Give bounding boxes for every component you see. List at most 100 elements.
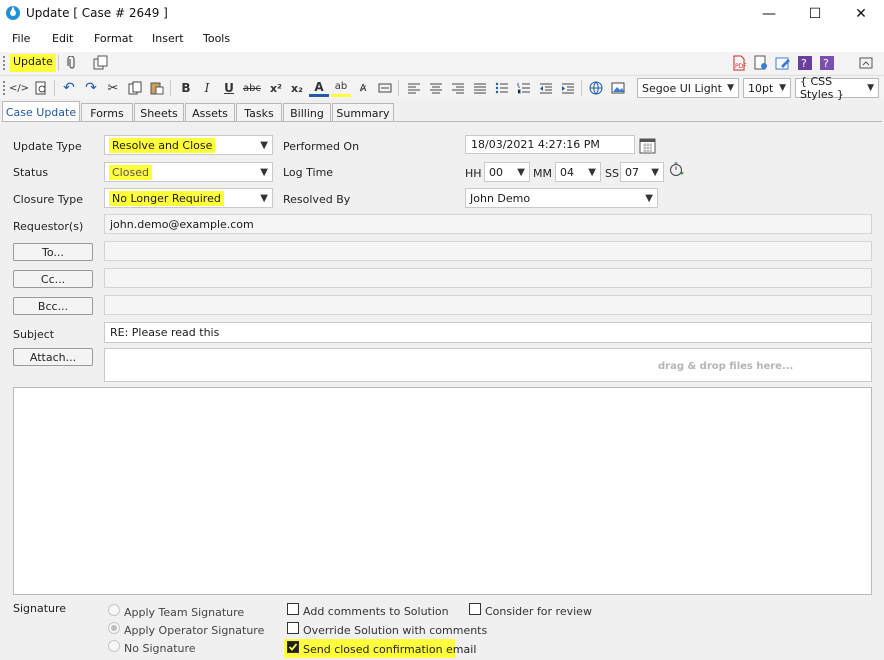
closure-type-value: No Longer Required [109,190,224,206]
cut-icon[interactable]: ✂ [103,79,123,97]
font-family-value: Segoe UI Light [642,81,722,95]
cc-button[interactable]: Cc... [13,270,93,288]
outdent-icon[interactable] [536,79,556,97]
horizontal-rule-icon[interactable] [375,79,395,97]
tab-assets[interactable]: Assets [185,103,235,122]
menu-edit[interactable]: Edit [52,32,73,45]
status-select[interactable]: Closed ▼ [104,162,273,182]
align-left-icon[interactable] [404,79,424,97]
attach-button[interactable]: Attach... [13,348,93,366]
strikethrough-icon[interactable]: abc [242,79,262,97]
menu-file[interactable]: File [12,32,30,45]
cc-field[interactable] [104,268,872,288]
source-code-icon[interactable]: </> [9,79,29,97]
tab-sheets[interactable]: Sheets [134,103,184,122]
radio-team-signature[interactable] [108,604,120,616]
bcc-button[interactable]: Bcc... [13,297,93,315]
radio-no-signature[interactable] [108,640,120,652]
subscript-icon[interactable]: x₂ [287,79,307,97]
performed-on-label: Performed On [283,140,360,153]
bullet-list-icon[interactable] [492,79,512,97]
pdf-icon[interactable]: PDF [731,55,747,71]
css-styles-select[interactable]: { CSS Styles } ▼ [795,75,879,101]
message-body-editor[interactable] [13,387,872,595]
align-center-icon[interactable] [426,79,446,97]
tab-tasks[interactable]: Tasks [236,103,282,122]
consider-review-checkbox[interactable] [469,603,481,615]
tab-forms[interactable]: Forms [81,103,133,122]
help-search-icon[interactable]: ? [797,55,813,71]
calendar-icon[interactable] [639,137,656,154]
radio-operator-signature[interactable] [108,622,120,634]
copy-link-icon[interactable] [93,55,109,71]
justify-icon[interactable] [470,79,490,97]
performed-on-input[interactable]: 18/03/2021 4:27:16 PM [465,135,635,154]
superscript-icon[interactable]: x² [266,79,286,97]
italic-icon[interactable]: I [197,79,217,97]
resolved-by-select[interactable]: John Demo ▼ [465,188,658,208]
close-button[interactable]: ✕ [838,0,884,28]
highlight-color-icon[interactable]: ab [331,79,351,97]
edit-document-icon[interactable] [775,55,791,71]
add-comments-checkbox[interactable] [287,603,299,615]
help-icon[interactable]: ? [819,55,835,71]
numbered-list-icon[interactable] [514,79,534,97]
attachments-drop-zone[interactable]: drag & drop files here... [104,348,872,382]
closure-type-label: Closure Type [13,193,83,206]
svg-text:PDF: PDF [735,63,747,70]
main-toolbar: Update PDF ? ? [0,52,884,74]
send-closed-checkbox[interactable] [287,641,299,653]
hours-select[interactable]: 00 ▼ [484,162,530,182]
override-solution-checkbox[interactable] [287,622,299,634]
document-settings-icon[interactable] [753,55,769,71]
menu-insert[interactable]: Insert [152,32,184,45]
toolbar-grip[interactable] [3,56,6,70]
status-value: Closed [109,164,152,180]
redo-icon[interactable]: ↷ [81,79,101,97]
seconds-select[interactable]: 07 ▼ [620,162,664,182]
font-color-icon[interactable]: A [309,79,329,97]
font-size-select[interactable]: 10pt ▼ [743,78,791,98]
tab-billing[interactable]: Billing [283,103,331,122]
bcc-field[interactable] [104,295,872,315]
copy-icon[interactable] [125,79,145,97]
insert-image-icon[interactable] [608,79,628,97]
menu-tools[interactable]: Tools [203,32,230,45]
insert-link-icon[interactable] [586,79,606,97]
app-logo-icon [5,5,21,21]
clear-format-icon[interactable]: A̷ [353,79,373,97]
css-styles-value: { CSS Styles } [800,75,844,101]
print-preview-icon[interactable] [31,79,51,97]
tab-case-update[interactable]: Case Update [2,101,80,122]
resolved-by-label: Resolved By [283,193,351,206]
closure-type-select[interactable]: No Longer Required ▼ [104,188,273,208]
minutes-select[interactable]: 04 ▼ [555,162,601,182]
paperclip-icon[interactable] [64,55,80,71]
underline-icon[interactable]: U [219,79,239,97]
separator [398,80,399,96]
menu-format[interactable]: Format [94,32,133,45]
bold-icon[interactable]: B [176,79,196,97]
to-field[interactable] [104,241,872,261]
update-type-select[interactable]: Resolve and Close ▼ [104,135,273,155]
timer-reset-icon[interactable] [669,161,685,177]
tab-summary[interactable]: Summary [332,103,394,122]
collapse-panel-icon[interactable] [858,55,874,71]
align-right-icon[interactable] [448,79,468,97]
editor-toolbar: </> ↶ ↷ ✂ B I U abc x² x₂ A ab A̷ Segoe … [0,75,884,101]
minimize-button[interactable]: — [746,0,792,28]
to-button[interactable]: To... [13,243,93,261]
subject-input[interactable]: RE: Please read this [104,322,872,343]
maximize-button[interactable]: ☐ [792,0,838,28]
undo-icon[interactable]: ↶ [59,79,79,97]
indent-icon[interactable] [558,79,578,97]
update-button[interactable]: Update [10,54,56,72]
paste-icon[interactable] [147,79,167,97]
chevron-down-icon: ▼ [867,83,874,93]
separator [170,80,171,96]
chevron-down-icon: ▼ [588,166,596,178]
font-family-select[interactable]: Segoe UI Light ▼ [637,78,739,98]
editor-toolbar-grip[interactable] [3,81,6,95]
send-closed-label: Send closed confirmation email [303,643,477,656]
no-signature-label: No Signature [124,642,196,655]
